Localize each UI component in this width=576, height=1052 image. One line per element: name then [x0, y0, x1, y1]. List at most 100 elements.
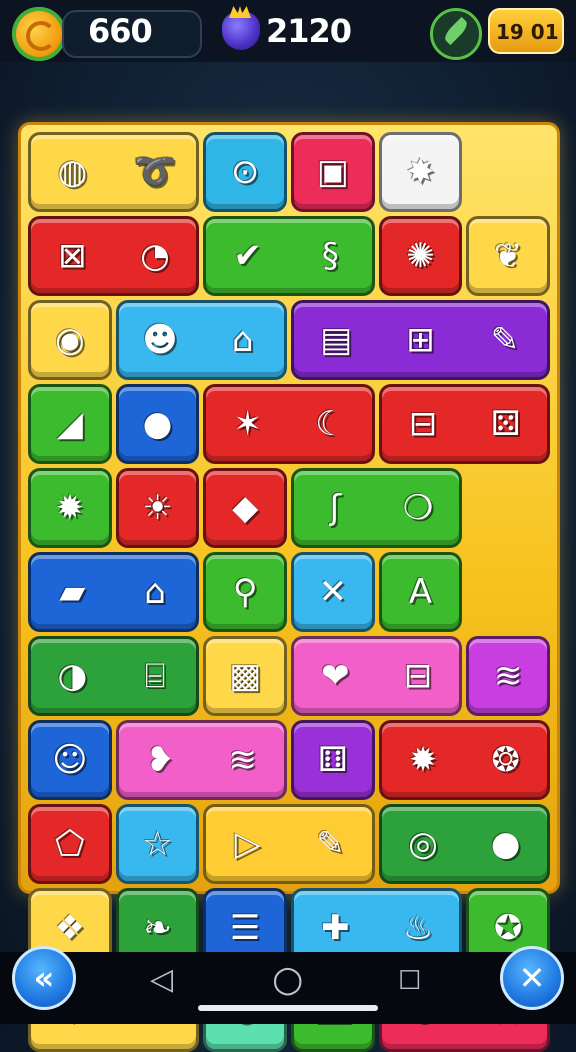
tile-icon: ⌂	[144, 572, 166, 612]
board-tile[interactable]: ▤ ⊞ ✎	[291, 300, 550, 380]
nav-home-icon[interactable]: ○	[272, 962, 303, 998]
board-tile[interactable]: ❥ ≋	[115, 720, 287, 800]
tile-icon: ⌸	[144, 656, 166, 696]
double-chevron-left-icon: «	[33, 959, 55, 997]
tile-icon: §	[321, 236, 339, 276]
board-tile[interactable]: ✕	[291, 552, 375, 632]
coin-icon	[12, 7, 66, 61]
close-icon: ✕	[518, 959, 546, 997]
tile-icon: ✔	[233, 236, 262, 276]
tile-icon: ✸	[406, 152, 435, 192]
board-tile[interactable]: ✶ ☾	[203, 384, 375, 464]
board-tile[interactable]: ✹	[28, 468, 112, 548]
tile-icon: ✶	[233, 404, 262, 444]
tile-icon: ⊞	[406, 320, 435, 360]
tile-icon: ❤	[321, 656, 350, 696]
board-tile[interactable]: ☆	[115, 804, 200, 884]
tile-icon: ✎	[316, 824, 345, 864]
tile-icon: ☾	[315, 404, 346, 444]
board-tile[interactable]: ✔ §	[203, 216, 375, 296]
tile-icon: ✚	[321, 908, 350, 948]
board-tile[interactable]: ☺	[28, 720, 112, 800]
tile-icon: ☆	[142, 824, 173, 864]
tile-icon: ❧	[143, 908, 172, 948]
tile-icon: ◢	[56, 404, 83, 444]
tile-icon: ☰	[229, 908, 261, 948]
board-tile[interactable]: A	[378, 552, 463, 632]
board-tile[interactable]: ▰ ⌂	[28, 552, 200, 632]
level-badge[interactable]: 19 01	[488, 8, 564, 54]
board-tile[interactable]: ⊟ ⚄	[378, 384, 550, 464]
board-tile[interactable]: ◑ ⌸	[28, 636, 200, 716]
tile-icon: ◆	[232, 488, 259, 528]
tile-icon: ▩	[229, 656, 262, 696]
tile-icon: ☀	[142, 488, 173, 528]
board-tile[interactable]: ✺	[378, 216, 463, 296]
back-button[interactable]: «	[12, 946, 76, 1010]
game-board: ◍ ➰ ⊙ ▣ ✸ ⊠ ◔ ✔ § ✺ ❦ ◉ ☻ ⌂ ▤ ⊞ ✎ ◢ ● ✶ ☾ ⊟ ⚄ ✹ ☀ ◆ ʃ ❍ ▰ ⌂ ⚲ ✕ A ◑ ⌸ ▩ ❤ ⊟ ≋ ☺…	[18, 122, 560, 1052]
board-tile[interactable]: ⚅	[291, 720, 375, 800]
tile-icon: ✕	[318, 572, 348, 612]
nav-back-icon[interactable]: ◁	[150, 965, 173, 995]
board-tile[interactable]: ◉	[28, 300, 112, 380]
tile-icon: ⊠	[58, 236, 87, 276]
tile-icon: ❦	[493, 236, 523, 276]
tile-icon: ❍	[402, 488, 434, 528]
board-tile[interactable]: ✸	[378, 132, 463, 212]
board-tile[interactable]: ⚲	[203, 552, 287, 632]
board-tile[interactable]: ⬠	[28, 804, 112, 884]
tile-icon: ✪	[493, 908, 523, 948]
tile-icon: ≋	[228, 740, 257, 780]
board-tile[interactable]: ●	[115, 384, 200, 464]
board-tile[interactable]: ≋	[466, 636, 550, 716]
tile-icon: ◑	[57, 656, 88, 696]
leaf-powerup-button[interactable]	[430, 8, 482, 60]
tile-icon: ✎	[490, 320, 520, 360]
tile-icon: ☻	[142, 320, 178, 360]
board-tile[interactable]: ◆	[203, 468, 287, 548]
tile-icon: ⊟	[408, 404, 438, 444]
board-tile[interactable]: ✹ ❂	[378, 720, 550, 800]
tile-icon: ❂	[491, 740, 520, 780]
tile-icon: ▣	[316, 152, 349, 192]
tile-icon: ʃ	[329, 488, 342, 528]
tile-icon: ▤	[320, 320, 353, 360]
board-tile[interactable]: ▷ ✎	[203, 804, 375, 884]
tile-icon: ⚄	[490, 404, 521, 444]
tile-icon: ✺	[406, 236, 435, 276]
tile-icon: ⊟	[403, 656, 433, 696]
tile-icon: ◉	[54, 320, 85, 360]
gem-count: 2120	[266, 12, 352, 50]
tile-icon: ●	[142, 404, 173, 444]
home-indicator	[198, 1005, 378, 1011]
board-tile[interactable]: ▩	[203, 636, 287, 716]
board-tile[interactable]: ⊙	[203, 132, 287, 212]
board-tile[interactable]: ☻ ⌂	[115, 300, 287, 380]
tile-icon: ▷	[234, 824, 261, 864]
board-tile[interactable]: ☀	[115, 468, 200, 548]
tile-icon: ⚅	[318, 740, 348, 780]
tile-icon: ⚲	[232, 572, 258, 612]
coin-count: 660	[88, 12, 153, 50]
tile-icon: ⌂	[231, 320, 254, 360]
tile-icon: ⊙	[230, 152, 260, 192]
nav-recent-icon[interactable]: ☐	[398, 968, 421, 994]
gem-icon	[222, 12, 260, 50]
board-tile[interactable]: ▣	[291, 132, 375, 212]
board-tile[interactable]: ❤ ⊟	[291, 636, 463, 716]
board-tile[interactable]: ⊠ ◔	[28, 216, 200, 296]
tile-icon: ≋	[493, 656, 523, 696]
tile-icon: ➰	[133, 152, 177, 192]
tile-icon: ▰	[59, 572, 86, 612]
tile-icon: ◔	[140, 236, 170, 276]
close-button[interactable]: ✕	[500, 946, 564, 1010]
level-badge-label: 19 01	[496, 20, 559, 44]
tile-icon: ⬠	[55, 824, 85, 864]
tile-icon: ❥	[145, 740, 175, 780]
board-tile[interactable]: ❦	[466, 216, 550, 296]
tile-icon: ✹	[408, 740, 438, 780]
board-tile[interactable]: ʃ ❍	[291, 468, 463, 548]
board-tile[interactable]: ◍ ➰	[28, 132, 200, 212]
board-tile[interactable]: ◢	[28, 384, 112, 464]
board-tile[interactable]: ◎ ●	[378, 804, 550, 884]
